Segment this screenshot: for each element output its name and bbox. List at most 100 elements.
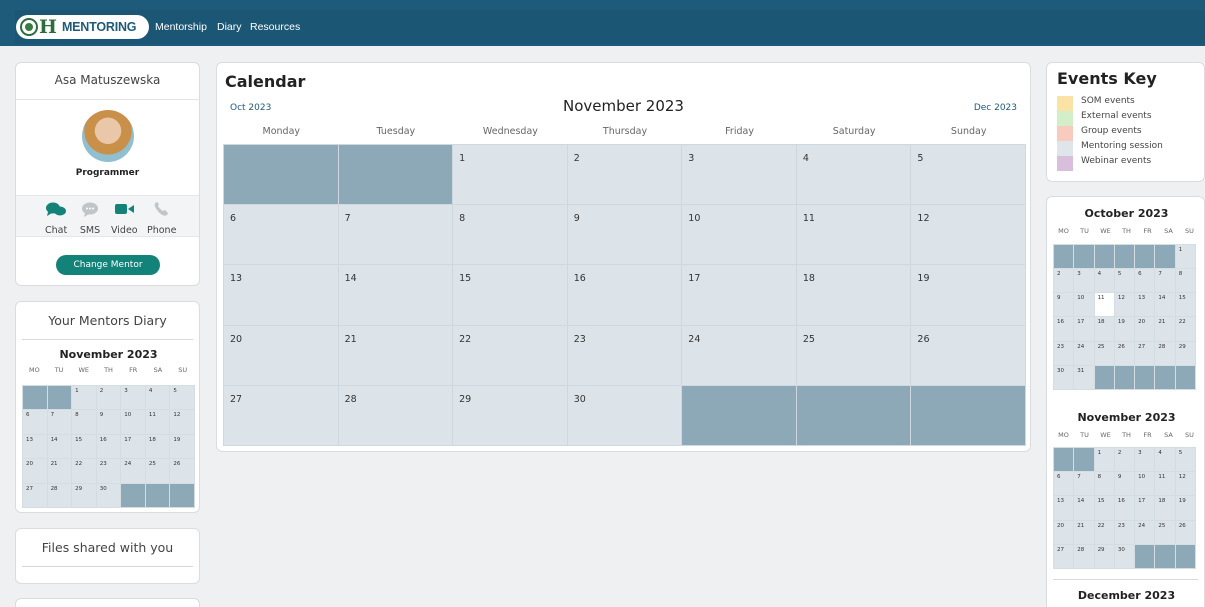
day-cell[interactable]: 27 xyxy=(1054,544,1074,568)
day-cell[interactable]: 11 xyxy=(796,205,911,265)
day-cell[interactable]: 20 xyxy=(224,325,338,385)
day-cell[interactable]: 15 xyxy=(1175,293,1195,317)
day-cell[interactable]: 21 xyxy=(338,325,453,385)
brand-logo[interactable]: H MENTORING xyxy=(16,15,149,39)
day-cell[interactable]: 13 xyxy=(1054,496,1074,520)
day-cell[interactable]: 15 xyxy=(453,265,567,325)
day-cell[interactable]: 12 xyxy=(170,410,194,434)
day-cell[interactable]: 12 xyxy=(911,205,1025,265)
day-cell[interactable]: 8 xyxy=(72,410,96,434)
day-cell[interactable]: 12 xyxy=(1175,472,1195,496)
day-cell[interactable]: 29 xyxy=(1094,544,1114,568)
day-cell[interactable]: 22 xyxy=(1094,520,1114,544)
day-cell[interactable]: 24 xyxy=(682,325,796,385)
day-cell[interactable]: 8 xyxy=(453,205,567,265)
day-cell[interactable]: 28 xyxy=(338,385,453,445)
prev-month-link[interactable]: Oct 2023 xyxy=(230,103,271,113)
day-cell[interactable]: 25 xyxy=(796,325,911,385)
day-cell[interactable]: 1 xyxy=(453,145,567,205)
day-cell[interactable]: 29 xyxy=(1175,341,1195,365)
day-cell[interactable]: 20 xyxy=(23,459,47,483)
day-cell[interactable]: 1 xyxy=(72,386,96,410)
sms-button[interactable]: SMS xyxy=(79,201,101,236)
day-cell[interactable]: 3 xyxy=(1074,269,1094,293)
day-cell[interactable]: 5 xyxy=(1175,448,1195,472)
day-cell[interactable]: 26 xyxy=(1175,520,1195,544)
day-cell[interactable]: 21 xyxy=(1074,520,1094,544)
day-cell[interactable]: 26 xyxy=(911,325,1025,385)
day-cell[interactable]: 23 xyxy=(567,325,682,385)
day-cell[interactable]: 23 xyxy=(1054,341,1074,365)
day-cell[interactable]: 3 xyxy=(682,145,796,205)
day-cell[interactable]: 10 xyxy=(121,410,145,434)
nav-link-diary[interactable]: Diary xyxy=(217,21,242,33)
day-cell[interactable]: 21 xyxy=(1155,317,1175,341)
day-cell[interactable]: 28 xyxy=(47,483,72,507)
day-cell[interactable]: 16 xyxy=(1114,496,1135,520)
day-cell[interactable]: 13 xyxy=(23,434,47,459)
day-cell[interactable]: 7 xyxy=(47,410,72,434)
day-cell[interactable]: 24 xyxy=(1135,520,1155,544)
day-cell[interactable]: 29 xyxy=(72,483,96,507)
day-cell[interactable]: 11 xyxy=(1094,293,1114,317)
day-cell[interactable]: 7 xyxy=(338,205,453,265)
day-cell[interactable]: 1 xyxy=(1175,245,1195,269)
day-cell[interactable]: 18 xyxy=(145,434,170,459)
day-cell[interactable]: 10 xyxy=(1135,472,1155,496)
nav-link-resources[interactable]: Resources xyxy=(250,21,300,33)
day-cell[interactable]: 22 xyxy=(453,325,567,385)
day-cell[interactable]: 6 xyxy=(1135,269,1155,293)
day-cell[interactable]: 20 xyxy=(1135,317,1155,341)
day-cell[interactable]: 4 xyxy=(1094,269,1114,293)
day-cell[interactable]: 15 xyxy=(1094,496,1114,520)
day-cell[interactable]: 8 xyxy=(1094,472,1114,496)
day-cell[interactable]: 26 xyxy=(1114,341,1135,365)
day-cell[interactable]: 27 xyxy=(1135,341,1155,365)
day-cell[interactable]: 27 xyxy=(23,483,47,507)
day-cell[interactable]: 14 xyxy=(1155,293,1175,317)
day-cell[interactable]: 3 xyxy=(121,386,145,410)
video-button[interactable]: Video xyxy=(111,201,138,236)
day-cell[interactable]: 17 xyxy=(121,434,145,459)
change-mentor-button[interactable]: Change Mentor xyxy=(56,255,160,275)
day-cell[interactable]: 12 xyxy=(1114,293,1135,317)
day-cell[interactable]: 25 xyxy=(1094,341,1114,365)
day-cell[interactable]: 4 xyxy=(796,145,911,205)
day-cell[interactable]: 22 xyxy=(72,459,96,483)
day-cell[interactable]: 13 xyxy=(1135,293,1155,317)
day-cell[interactable]: 9 xyxy=(96,410,121,434)
nav-link-mentorship[interactable]: Mentorship xyxy=(155,21,207,33)
day-cell[interactable]: 19 xyxy=(170,434,194,459)
day-cell[interactable]: 16 xyxy=(567,265,682,325)
day-cell[interactable]: 15 xyxy=(72,434,96,459)
day-cell[interactable]: 2 xyxy=(1114,448,1135,472)
day-cell[interactable]: 27 xyxy=(224,385,338,445)
day-cell[interactable]: 5 xyxy=(170,386,194,410)
day-cell[interactable]: 28 xyxy=(1155,341,1175,365)
day-cell[interactable]: 13 xyxy=(224,265,338,325)
day-cell[interactable]: 20 xyxy=(1054,520,1074,544)
day-cell[interactable]: 28 xyxy=(1074,544,1094,568)
day-cell[interactable]: 3 xyxy=(1135,448,1155,472)
day-cell[interactable]: 4 xyxy=(145,386,170,410)
day-cell[interactable]: 8 xyxy=(1175,269,1195,293)
day-cell[interactable]: 25 xyxy=(145,459,170,483)
day-cell[interactable]: 6 xyxy=(224,205,338,265)
day-cell[interactable]: 18 xyxy=(1094,317,1114,341)
day-cell[interactable]: 14 xyxy=(1074,496,1094,520)
day-cell[interactable]: 6 xyxy=(23,410,47,434)
day-cell[interactable]: 19 xyxy=(911,265,1025,325)
day-cell[interactable]: 23 xyxy=(1114,520,1135,544)
day-cell[interactable]: 24 xyxy=(121,459,145,483)
day-cell[interactable]: 6 xyxy=(1054,472,1074,496)
day-cell[interactable]: 9 xyxy=(1114,472,1135,496)
day-cell[interactable]: 19 xyxy=(1175,496,1195,520)
day-cell[interactable]: 2 xyxy=(567,145,682,205)
day-cell[interactable]: 7 xyxy=(1155,269,1175,293)
day-cell[interactable]: 17 xyxy=(682,265,796,325)
day-cell[interactable]: 21 xyxy=(47,459,72,483)
day-cell[interactable]: 22 xyxy=(1175,317,1195,341)
day-cell[interactable]: 18 xyxy=(1155,496,1175,520)
day-cell[interactable]: 31 xyxy=(1074,365,1094,389)
day-cell[interactable]: 9 xyxy=(1054,293,1074,317)
